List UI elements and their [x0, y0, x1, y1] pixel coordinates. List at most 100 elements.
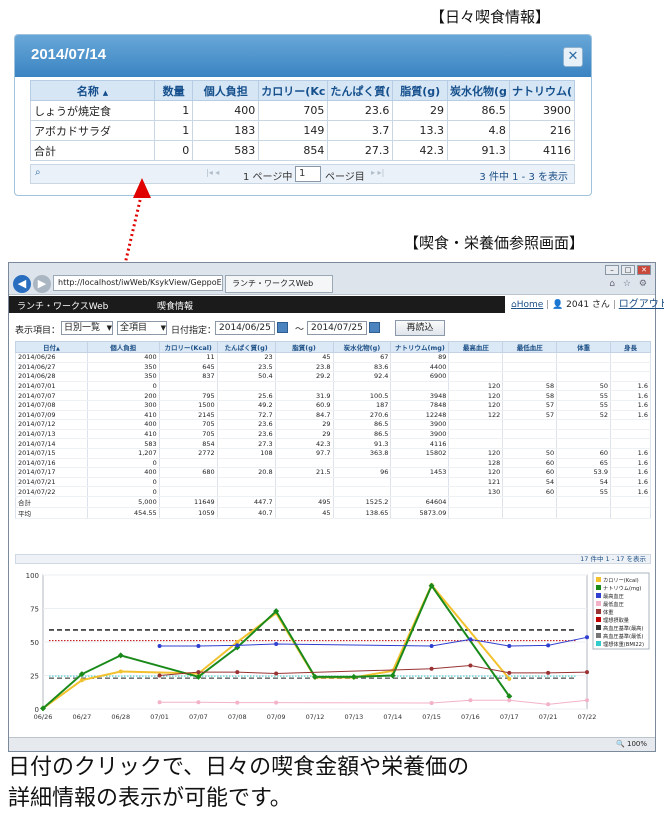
grid-date-cell[interactable]: 2014/07/12 [15, 419, 88, 430]
grid-date-cell[interactable]: 合計 [15, 495, 88, 508]
grid-cell [390, 381, 450, 392]
grid-row[interactable]: 2014/07/15 1,207 2772 108 97.7 363.8 15802 120 5… [15, 448, 651, 459]
grid-cell: 86.5 [332, 419, 392, 430]
items-select[interactable]: 全項目 ▼ [117, 321, 167, 335]
grid-col-header[interactable]: 体重 [556, 341, 612, 353]
grid-cell: 705 [158, 419, 218, 430]
description-line-2: 詳細情報の表示が可能です。 [8, 786, 292, 811]
zoom-icon[interactable]: 🔍 [616, 740, 625, 748]
grid-date-cell[interactable]: 2014/07/15 [15, 448, 88, 459]
grid-row[interactable]: 2014/07/22 0 130 60 55 1.6 [15, 486, 651, 497]
calendar-icon[interactable] [277, 322, 288, 333]
grid-cell [610, 362, 651, 373]
grid-row[interactable]: 2014/07/16 0 128 60 65 1.6 [15, 458, 651, 469]
grid-col-header[interactable]: 日付▲ [15, 341, 88, 353]
grid-date-cell[interactable]: 2014/07/01 [15, 381, 88, 392]
data-point [118, 669, 123, 674]
grid-cell: 20.8 [216, 467, 276, 478]
user-area: ⌂Home | 👤 2041 さん | ログアウト [505, 296, 664, 313]
grid-row[interactable]: 2014/06/26 400 11 23 45 67 89 [15, 352, 651, 363]
star-icon[interactable]: ☆ [623, 279, 631, 289]
grid-cell: 270.6 [332, 410, 392, 421]
logout-link[interactable]: ログアウト [619, 299, 664, 310]
grid-date-cell[interactable]: 2014/07/14 [15, 438, 88, 449]
grid-cell: 23.6 [216, 429, 276, 440]
chevron-down-icon: ▼ [160, 324, 166, 332]
mode-select[interactable]: 日別一覧 ▼ [61, 321, 113, 335]
back-icon[interactable]: ◀ [13, 275, 31, 293]
grid-row[interactable]: 2014/07/01 0 120 58 50 1.6 [15, 381, 651, 392]
date-to-input[interactable]: 2014/07/25 [307, 321, 367, 335]
grid-date-cell[interactable]: 2014/07/16 [15, 458, 88, 469]
grid-cell: 1.6 [610, 486, 651, 497]
grid-date-cell[interactable]: 2014/07/09 [15, 410, 88, 421]
grid-row[interactable]: 2014/06/28 350 837 50.4 29.2 92.4 6900 [15, 371, 651, 382]
grid-row[interactable]: 平均 454.55 1059 40.7 45 138.65 5873.09 [15, 507, 651, 519]
grid-date-cell[interactable]: 2014/06/28 [15, 371, 88, 382]
legend-label: カロリー(Kcal) [603, 577, 639, 584]
window-close-icon[interactable]: ✕ [637, 265, 651, 275]
grid-date-cell[interactable]: 2014/07/13 [15, 429, 88, 440]
grid-row[interactable]: 2014/07/14 583 854 27.3 42.3 91.3 4116 [15, 438, 651, 449]
minimize-icon[interactable]: – [605, 265, 619, 275]
legend-label: 高血圧基準(最高) [603, 624, 643, 632]
date-from-input[interactable]: 2014/06/25 [215, 321, 275, 335]
legend-swatch [596, 601, 601, 606]
grid-col-header[interactable]: 炭水化物(g) [332, 341, 392, 353]
home-link[interactable]: ⌂Home [511, 300, 543, 310]
grid-col-header[interactable]: 最高血圧 [448, 341, 504, 353]
grid-cell: 1.6 [610, 400, 651, 411]
grid-date-cell[interactable]: 2014/06/26 [15, 352, 88, 363]
grid-date-cell[interactable]: 2014/07/07 [15, 390, 88, 401]
grid-cell: 60.9 [274, 400, 334, 411]
grid-cell: 60 [502, 467, 558, 478]
grid-row[interactable]: 2014/07/21 0 121 54 54 1.6 [15, 477, 651, 488]
grid-col-header[interactable]: 個人負担 [86, 341, 160, 353]
grid-row[interactable]: 合計 5,000 11649 447.7 495 1525.2 64604 [15, 495, 651, 508]
grid-cell: 454.55 [86, 507, 160, 519]
reload-button[interactable]: 再読込 [395, 320, 445, 336]
grid-row[interactable]: 2014/07/17 400 680 20.8 21.5 96 1453 120 60 53.9 1… [15, 467, 651, 478]
address-bar[interactable]: http://localhost/iwWeb/KsykView/GeppoE [53, 275, 223, 291]
grid-cell: 42.3 [274, 438, 334, 449]
grid-cell: 138.65 [332, 507, 392, 519]
gear-icon[interactable]: ⚙ [639, 279, 647, 289]
grid-cell [610, 507, 651, 519]
grid-date-cell[interactable]: 2014/06/27 [15, 362, 88, 373]
grid-col-header[interactable]: 最低血圧 [502, 341, 558, 353]
zoom-level[interactable]: 100% [627, 740, 647, 748]
forward-icon[interactable]: ▶ [33, 275, 51, 293]
browser-tab[interactable]: ランチ・ワークスWeb [225, 275, 333, 293]
data-point [274, 642, 279, 647]
grid-date-cell[interactable]: 2014/07/21 [15, 477, 88, 488]
grid-row[interactable]: 2014/07/13 410 705 23.6 29 86.5 3900 [15, 429, 651, 440]
data-point [196, 700, 201, 705]
grid-col-header[interactable]: カロリー(Kcal) [158, 341, 218, 353]
legend-swatch [596, 617, 601, 622]
grid-row[interactable]: 2014/07/07 200 795 25.6 31.9 100.5 3948 120 58 55… [15, 390, 651, 401]
grid-row[interactable]: 2014/06/27 350 645 23.5 23.8 83.6 4400 [15, 362, 651, 373]
grid-row[interactable]: 2014/07/12 400 705 23.6 29 86.5 3900 [15, 419, 651, 430]
grid-row[interactable]: 2014/07/09 410 2145 72.7 84.7 270.6 12248 122 57… [15, 410, 651, 421]
grid-col-header[interactable]: 身長 [610, 341, 651, 353]
grid-date-cell[interactable]: 2014/07/22 [15, 486, 88, 497]
home-icon[interactable]: ⌂ [609, 279, 615, 289]
data-point [274, 700, 279, 705]
grid-cell: 108 [216, 448, 276, 459]
grid-date-cell[interactable]: 2014/07/17 [15, 467, 88, 478]
grid-cell: 100.5 [332, 390, 392, 401]
status-bar: 🔍 100% [9, 737, 655, 751]
grid-date-cell[interactable]: 平均 [15, 507, 88, 519]
calendar-icon[interactable] [369, 322, 380, 333]
grid-cell: 400 [86, 467, 160, 478]
data-point [507, 676, 512, 681]
grid-date-cell[interactable]: 2014/07/08 [15, 400, 88, 411]
grid-cell [502, 419, 558, 430]
grid-row[interactable]: 2014/07/08 300 1500 49.2 60.9 187 7848 120 57 55 1… [15, 400, 651, 411]
grid-col-header[interactable]: 脂質(g) [274, 341, 334, 353]
maximize-icon[interactable]: □ [621, 265, 635, 275]
grid-col-header[interactable]: ナトリウム(mg) [390, 341, 450, 353]
x-tick-label: 07/21 [539, 713, 558, 721]
grid-col-header[interactable]: たんぱく質(g) [216, 341, 276, 353]
description-line-1: 日付のクリックで、日々の喫食金額や栄養価の [8, 755, 470, 780]
